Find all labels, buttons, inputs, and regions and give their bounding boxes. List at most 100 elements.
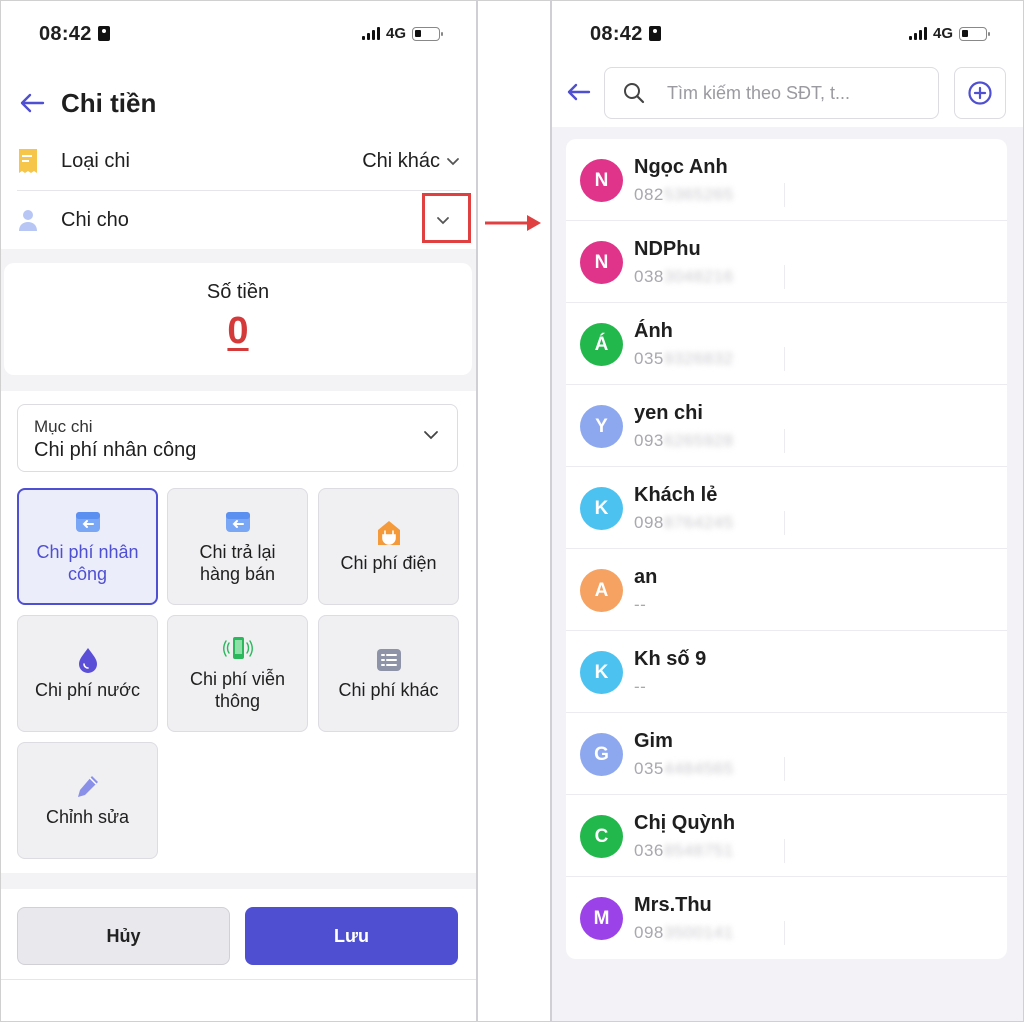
avatar: A xyxy=(580,569,623,612)
category-tile-label: Chi phí nước xyxy=(35,679,140,700)
category-tile[interactable]: Chi phí nhân công xyxy=(17,488,158,605)
divider xyxy=(784,839,785,863)
category-tile[interactable]: Chi trả lại hàng bán xyxy=(167,488,308,605)
avatar: K xyxy=(580,487,623,530)
contact-name: Ánh xyxy=(634,320,673,342)
signal-icon xyxy=(361,27,380,40)
search-input[interactable] xyxy=(667,82,887,104)
contact-picker-screen: 08:42 4G N Ngọc Anh 0825365265 N NDPhu 038304… xyxy=(552,1,1023,1021)
section-divider xyxy=(1,873,476,889)
status-bar: 08:42 4G xyxy=(1,1,476,65)
status-time: 08:42 xyxy=(39,23,110,46)
save-button[interactable]: Lưu xyxy=(245,907,458,965)
signal-icon xyxy=(908,27,927,40)
pencil-icon xyxy=(76,774,100,800)
water-drop-icon xyxy=(76,647,100,673)
blurred-phone-digits: 8548751 xyxy=(663,841,734,860)
divider xyxy=(784,347,785,371)
contact-phone: 0936265928 xyxy=(634,431,734,450)
contact-item[interactable]: M Mrs.Thu 0983500141 xyxy=(566,877,1007,959)
category-tile-label: Chi phí điện xyxy=(340,552,437,573)
contact-name: an xyxy=(634,566,658,588)
category-tile[interactable]: Chi phí viễn thông xyxy=(167,615,308,732)
contact-item[interactable]: Á Ánh 0359326832 xyxy=(566,303,1007,385)
add-contact-button[interactable] xyxy=(954,67,1006,119)
category-tile[interactable]: Chi phí điện xyxy=(318,488,459,605)
contact-name: Gim xyxy=(634,730,673,752)
back-arrow-icon[interactable] xyxy=(566,77,592,112)
recipient-row[interactable]: Chi cho xyxy=(17,192,460,248)
contact-phone: 0368548751 xyxy=(634,841,734,860)
avatar: M xyxy=(580,897,623,940)
expense-type-row[interactable]: Loại chi Chi khác xyxy=(17,133,460,189)
receipt-icon xyxy=(17,147,45,175)
cancel-button[interactable]: Hủy xyxy=(17,907,230,965)
contact-phone: 0825365265 xyxy=(634,185,734,204)
contact-item[interactable]: K Khách lẻ 0988764245 xyxy=(566,467,1007,549)
amount-card[interactable]: Số tiền 0 xyxy=(4,263,472,375)
contact-list: N Ngọc Anh 0825365265 N NDPhu 0383048216 Á Ánh 0… xyxy=(566,139,1007,959)
expense-type-value: Chi khác xyxy=(362,149,440,172)
category-tile[interactable]: Chỉnh sửa xyxy=(17,742,158,859)
divider xyxy=(784,511,785,535)
network-label: 4G xyxy=(385,25,406,42)
phone-icon xyxy=(222,636,253,662)
avatar: K xyxy=(580,651,623,694)
page-title: Chi tiền xyxy=(61,87,157,118)
back-arrow-icon[interactable] xyxy=(17,88,47,118)
network-label: 4G xyxy=(932,25,953,42)
panel-divider xyxy=(476,0,478,1022)
person-icon xyxy=(17,208,45,232)
battery-icon xyxy=(412,26,443,41)
chevron-down-icon xyxy=(447,158,459,166)
contact-item[interactable]: C Chị Quỳnh 0368548751 xyxy=(566,795,1007,877)
contact-item[interactable]: K Kh số 9 -- xyxy=(566,631,1007,713)
category-value: Chi phí nhân công xyxy=(34,439,197,461)
search-header xyxy=(552,65,1023,127)
amount-value[interactable]: 0 xyxy=(4,310,472,353)
contact-item[interactable]: Yyen chi 0936265928 xyxy=(566,385,1007,467)
contact-phone: -- xyxy=(634,677,647,696)
contact-item[interactable]: Aan -- xyxy=(566,549,1007,631)
category-tile[interactable]: Chi phí khác xyxy=(318,615,459,732)
contact-item[interactable]: N NDPhu 0383048216 xyxy=(566,221,1007,303)
category-tile[interactable]: Chi phí nước xyxy=(17,615,158,732)
blurred-phone-digits: 6265928 xyxy=(663,431,734,450)
amount-caption: Số tiền xyxy=(206,281,270,303)
contact-name: Ngọc Anh xyxy=(634,156,728,178)
avatar: C xyxy=(580,815,623,858)
divider xyxy=(784,429,785,453)
sim-icon xyxy=(97,26,110,41)
contact-name: NDPhu xyxy=(634,238,701,260)
blurred-phone-digits: 5365265 xyxy=(663,185,734,204)
expense-type-label: Loại chi xyxy=(61,149,130,172)
contact-name: yen chi xyxy=(634,402,703,424)
divider xyxy=(784,757,785,781)
divider xyxy=(784,183,785,207)
highlight-box xyxy=(422,193,471,243)
category-select[interactable]: Mục chi Chi phí nhân công xyxy=(17,404,458,472)
divider xyxy=(784,265,785,289)
avatar: N xyxy=(580,159,623,202)
contact-phone: 0988764245 xyxy=(634,513,734,532)
expense-screen: 08:42 4G Chi tiền Loại chi Chi khác Chi … xyxy=(1,1,476,1021)
return-box-icon xyxy=(224,509,252,535)
battery-icon xyxy=(959,26,990,41)
status-time: 08:42 xyxy=(590,23,661,46)
chevron-down-icon xyxy=(424,431,438,440)
avatar: Á xyxy=(580,323,623,366)
search-box[interactable] xyxy=(604,67,939,119)
blurred-phone-digits: 4484565 xyxy=(663,759,734,778)
transition-arrow-icon xyxy=(485,215,541,231)
contact-item[interactable]: G Gim 0354484565 xyxy=(566,713,1007,795)
avatar: N xyxy=(580,241,623,284)
category-tile-label: Chỉnh sửa xyxy=(45,806,130,827)
contact-item[interactable]: N Ngọc Anh 0825365265 xyxy=(566,139,1007,221)
blurred-phone-digits: 9326832 xyxy=(663,349,734,368)
return-box-icon xyxy=(74,509,102,535)
category-label: Mục chi xyxy=(34,417,93,436)
contact-name: Chị Quỳnh xyxy=(634,812,736,834)
status-bar: 08:42 4G xyxy=(552,1,1023,65)
category-tile-label: Chi phí khác xyxy=(338,679,439,700)
divider xyxy=(17,190,460,191)
